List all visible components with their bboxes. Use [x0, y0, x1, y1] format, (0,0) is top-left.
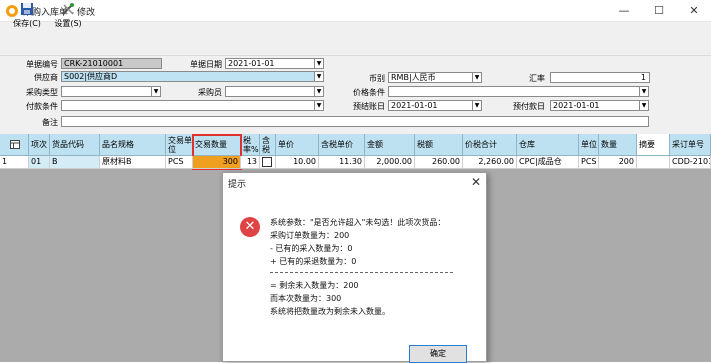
grid-header-total[interactable]: 价税合计 [463, 134, 517, 156]
doc-no-field[interactable]: CRK-21010001 [61, 58, 162, 69]
settle-date-field[interactable]: 2021-01-01 [388, 100, 473, 111]
save-button[interactable]: 保存(C) [9, 2, 45, 32]
cell-unit[interactable]: PCS [166, 156, 193, 169]
pay-date-field[interactable]: 2021-01-01 [550, 100, 640, 111]
payment-terms-dropdown[interactable]: ▼ [315, 100, 324, 111]
grid-header-warehouse[interactable]: 仓库 [517, 134, 579, 156]
tools-icon [61, 2, 75, 16]
price-terms-label: 价格条件 [353, 88, 385, 97]
purchase-type-dropdown[interactable]: ▼ [152, 86, 161, 97]
cell-warehouse[interactable]: CPC|成品仓 [517, 156, 579, 169]
grid-header-unit[interactable]: 交易单位 [166, 134, 193, 156]
grid-header-seq[interactable]: 项次 [29, 134, 50, 156]
grid-header-amount[interactable]: 金额 [365, 134, 415, 156]
doc-no-label: 单据编号 [26, 60, 58, 69]
settings-button[interactable]: 设置(S) [50, 2, 86, 32]
maximize-button[interactable]: ☐ [647, 3, 671, 19]
grid-header-qty[interactable]: 交易数量 [193, 134, 241, 156]
grid-header-tax-incl[interactable]: 含税 [260, 134, 276, 156]
purchase-type-label: 采购类型 [26, 88, 58, 97]
alert-dialog: 提示 ✕ ✕ 系统参数："是否允许超入"未勾选！此项次货品： 采购订单数量为：2… [222, 172, 487, 363]
save-button-label: 保存(C) [13, 19, 41, 28]
cell-tax-rate[interactable]: 13 [241, 156, 260, 169]
settle-date-dropdown[interactable]: ▼ [473, 100, 482, 111]
grid-header-qty2[interactable]: 数量 [599, 134, 637, 156]
payment-terms-field[interactable] [61, 100, 315, 111]
purchase-type-field[interactable] [61, 86, 152, 97]
rate-label: 汇率 [529, 74, 545, 83]
grid-header-tax-rate[interactable]: 税率% [241, 134, 260, 156]
error-icon: ✕ [240, 217, 260, 237]
supplier-label: 供应商 [34, 73, 58, 82]
dialog-message-line: - 已有的采入数量为：0 [270, 244, 353, 253]
cell-price[interactable]: 10.00 [276, 156, 319, 169]
grid-header-tax[interactable]: 税额 [415, 134, 463, 156]
cell-tax-price[interactable]: 11.30 [319, 156, 365, 169]
row-number[interactable]: 1 [0, 156, 29, 169]
pay-date-dropdown[interactable]: ▼ [640, 100, 649, 111]
grid-corner-icon[interactable] [0, 134, 29, 156]
title-bar [0, 0, 711, 22]
cell-seq[interactable]: 01 [29, 156, 50, 169]
cell-qty2[interactable]: 200 [599, 156, 637, 169]
cell-tax-incl[interactable] [260, 156, 276, 169]
remark-field[interactable] [61, 116, 649, 127]
cell-name[interactable]: 原材料B [100, 156, 166, 169]
dialog-message-line: + 已有的采退数量为：0 [270, 257, 357, 266]
price-terms-dropdown[interactable]: ▼ [640, 86, 649, 97]
dialog-close-icon[interactable]: ✕ [468, 174, 484, 190]
cell-tax[interactable]: 260.00 [415, 156, 463, 169]
grid-header-price[interactable]: 单价 [276, 134, 319, 156]
dialog-divider [270, 272, 453, 273]
buyer-field[interactable] [225, 86, 315, 97]
doc-date-field[interactable]: 2021-01-01 [225, 58, 315, 69]
cell-code[interactable]: B [50, 156, 100, 169]
doc-date-dropdown[interactable]: ▼ [315, 58, 324, 69]
doc-date-label: 单据日期 [190, 60, 222, 69]
currency-dropdown[interactable]: ▼ [473, 72, 482, 83]
cell-summary[interactable] [637, 156, 670, 169]
cell-total[interactable]: 2,260.00 [463, 156, 517, 169]
minimize-button[interactable]: — [612, 3, 636, 19]
dialog-message-line: 系统将把数量改为剩余未入数量。 [270, 307, 390, 316]
supplier-field[interactable]: S002|供应商D [61, 71, 315, 82]
grid-header-tax-price[interactable]: 含税单价 [319, 134, 365, 156]
floppy-disk-icon [20, 2, 34, 16]
currency-field[interactable]: RMB|人民币 [388, 72, 473, 83]
dialog-title: 提示 [228, 180, 247, 190]
currency-label: 币别 [369, 74, 385, 83]
cell-unit2[interactable]: PCS [579, 156, 599, 169]
cell-po-no[interactable]: CDD-21010 [670, 156, 711, 169]
pay-date-label: 预付款日 [513, 102, 545, 111]
grid-header-unit2[interactable]: 单位 [579, 134, 599, 156]
grid-header-name[interactable]: 品名规格 [100, 134, 166, 156]
grid-header-po-no[interactable]: 采订单号 [670, 134, 711, 156]
dialog-message-line: 系统参数："是否允许超入"未勾选！此项次货品： [270, 218, 446, 227]
rate-field[interactable]: 1 [550, 72, 650, 83]
grid-header-code[interactable]: 货品代码 [50, 134, 100, 156]
tax-incl-checkbox[interactable] [262, 157, 272, 167]
dialog-message-line: 采购订单数量为：200 [270, 231, 350, 240]
toolbar [0, 22, 711, 56]
buyer-label: 采购员 [198, 88, 222, 97]
buyer-dropdown[interactable]: ▼ [315, 86, 324, 97]
price-terms-field[interactable] [388, 86, 640, 97]
cell-amount[interactable]: 2,000.00 [365, 156, 415, 169]
dialog-message-line: 而本次数量为：300 [270, 294, 342, 303]
supplier-dropdown[interactable]: ▼ [315, 71, 324, 82]
close-button[interactable]: ✕ [682, 3, 706, 19]
dialog-message-line: = 剩余未入数量为：200 [270, 281, 359, 290]
settings-button-label: 设置(S) [54, 19, 82, 28]
remark-label: 备注 [42, 118, 58, 127]
grid-header-summary[interactable]: 摘要 [637, 134, 670, 156]
ok-button[interactable]: 确定 [409, 345, 467, 363]
payment-terms-label: 付款条件 [26, 102, 58, 111]
cell-qty[interactable]: 300 [193, 156, 241, 169]
settle-date-label: 预结账日 [353, 102, 385, 111]
